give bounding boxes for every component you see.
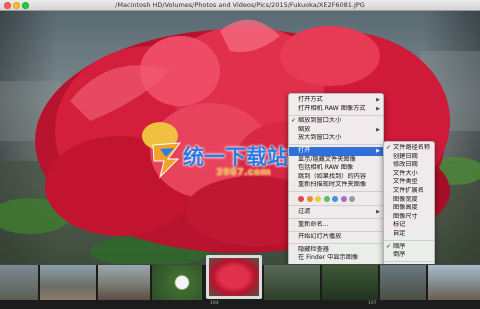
menu-separator: [384, 261, 434, 263]
filmstrip-thumbnail[interactable]: [264, 265, 320, 300]
sub_menu-item[interactable]: 图像宽度: [384, 196, 434, 205]
menu-separator: [289, 218, 383, 220]
menu-separator: [289, 230, 383, 232]
sub_menu-item[interactable]: 修改日期: [384, 161, 434, 170]
sub_menu-item-label: 顺序: [393, 242, 406, 250]
main_menu-item-label: 隐藏检查器: [298, 245, 329, 253]
main_menu-item-label: 显示/隐藏文件夹图像: [298, 155, 356, 163]
filmstrip: 194 197: [0, 255, 480, 309]
sub_menu-item-label: 修改日期: [393, 161, 418, 169]
main_menu-item[interactable]: 包括相机 RAW 图像: [289, 164, 383, 173]
main_menu-item[interactable]: 打开相机 RAW 图像方式 ▶: [289, 105, 383, 114]
filmstrip-thumbnail[interactable]: [428, 265, 480, 300]
submenu-arrow-icon: ▶: [376, 97, 380, 103]
main_menu-item[interactable]: 放大到窗口大小: [289, 134, 383, 143]
submenu-arrow-icon: ▶: [376, 208, 380, 215]
sub_menu-item-label: 倒序: [393, 251, 406, 259]
submenu-arrow-icon: ▶: [376, 126, 380, 133]
sub_menu-item[interactable]: 标记: [384, 221, 434, 230]
menu-separator: [384, 240, 434, 242]
main_menu-item-label: 打开方式: [298, 96, 323, 103]
sub_menu-item[interactable]: ✓ 文件路径名称: [384, 144, 434, 153]
sub_menu-item[interactable]: 文件类型: [384, 178, 434, 187]
menu-separator: [289, 114, 383, 116]
sort-submenu: ✓ 文件路径名称 创建日期 修改日期 文件大小 文件类型 文件扩展名 图像宽度 图像高度 图像尺寸…: [383, 141, 435, 276]
main_menu-item[interactable]: 跳到（如果找到）的内容: [289, 173, 383, 182]
window-titlebar: /Macintosh HD/Volumes/Photos and Videos/…: [0, 0, 480, 11]
menu-separator: [289, 191, 383, 193]
menu-separator: [289, 205, 383, 207]
sub_menu-item[interactable]: 自定: [384, 230, 434, 239]
color-tag-button[interactable]: [306, 195, 313, 202]
color-tag-button[interactable]: [332, 195, 338, 202]
main_menu-item-label: 过滤: [298, 207, 311, 215]
submenu-arrow-icon: ▶: [376, 147, 380, 154]
filmstrip-thumbnail[interactable]: [40, 265, 96, 300]
main_menu-item-label: 放大到窗口大小: [298, 134, 342, 142]
color-tag-button[interactable]: [298, 195, 304, 202]
color-tag-button[interactable]: [349, 195, 355, 202]
main_menu-item-label: 跳到（如果找到）的内容: [298, 172, 367, 180]
main_menu-item[interactable]: 打开方式 ▶: [289, 96, 383, 105]
main_menu-item[interactable]: 重新扫描现时文件夹图像: [289, 181, 383, 190]
main_menu-item-label: 在 Finder 中显示图像: [298, 254, 359, 262]
sub_menu-item[interactable]: 文件扩展名: [384, 187, 434, 196]
main_menu-item[interactable]: 显示/隐藏文件夹图像: [289, 156, 383, 165]
main_menu-item[interactable]: 隐藏检查器: [289, 246, 383, 255]
sub_menu-item[interactable]: 图像尺寸: [384, 213, 434, 222]
sub_menu-item-label: 创建日期: [393, 152, 418, 160]
sub_menu-item-label: 图像高度: [393, 204, 418, 212]
sub_menu-item[interactable]: 创建日期: [384, 153, 434, 162]
main_menu-item[interactable]: 在 Finder 中显示图像: [289, 254, 383, 263]
main_menu-item[interactable]: 缩放 ▶: [289, 126, 383, 135]
main_menu-item[interactable]: 重新命名...: [289, 221, 383, 230]
sub_menu-item[interactable]: 文件大小: [384, 170, 434, 179]
sub_menu-item-label: 文件路径名称: [393, 144, 431, 151]
main_menu-item[interactable]: 打开 ▶: [289, 146, 383, 156]
checkmark-icon: ✓: [386, 242, 392, 250]
main_menu-item-label: 重新扫描现时文件夹图像: [298, 181, 367, 189]
sub_menu-item[interactable]: ✓ 顺序: [384, 243, 434, 252]
sub_menu-item[interactable]: 倒序: [384, 251, 434, 260]
filmstrip-thumbnail-selected[interactable]: [206, 255, 262, 299]
main_menu-item-label: 缩放到窗口大小: [298, 117, 342, 125]
sub_menu-item-label: 自定: [393, 229, 406, 237]
main_menu-item[interactable]: 开始幻灯片播放: [289, 233, 383, 242]
main_menu-item-label: 重新命名...: [298, 220, 329, 228]
filmstrip-thumbnail[interactable]: [0, 265, 38, 300]
color-tag-button[interactable]: [315, 195, 321, 202]
sub_menu-item-label: 文件大小: [393, 169, 418, 177]
color-tag-button[interactable]: [340, 195, 347, 202]
checkmark-icon: ✓: [386, 144, 392, 151]
sub_menu-item-label: 标记: [393, 221, 406, 229]
sub_menu-item-label: 文件扩展名: [393, 186, 424, 194]
sub_menu-item-label: 文件类型: [393, 178, 418, 186]
main_menu-item-label: 缩放: [298, 125, 311, 133]
color-tag-button[interactable]: [323, 195, 330, 202]
menu-separator: [289, 144, 383, 146]
filmstrip-thumbnail[interactable]: [98, 265, 150, 300]
thumbnail-number: 197: [368, 301, 377, 306]
menu-separator: [289, 243, 383, 245]
sub_menu-item[interactable]: 图像高度: [384, 204, 434, 213]
main_menu-item-label: 包括相机 RAW 图像: [298, 164, 354, 172]
main_menu-item[interactable]: ✓ 缩放到窗口大小: [289, 117, 383, 126]
sub_menu-item-label: 图像尺寸: [393, 212, 418, 220]
submenu-arrow-icon: ▶: [376, 105, 380, 112]
main_menu-item-label: 打开相机 RAW 图像方式: [298, 104, 366, 112]
filmstrip-thumbnail[interactable]: [152, 265, 202, 300]
thumbnail-number: 194: [210, 301, 219, 306]
filmstrip-thumbnail[interactable]: [322, 265, 378, 300]
sub_menu-item-label: 图像宽度: [393, 195, 418, 203]
window-title: /Macintosh HD/Volumes/Photos and Videos/…: [115, 1, 365, 9]
filmstrip-thumbnail[interactable]: [380, 265, 426, 300]
main_menu-item-label: 开始幻灯片播放: [298, 233, 342, 241]
main_menu-item-label: 打开: [298, 146, 311, 154]
checkmark-icon: ✓: [291, 117, 297, 125]
color-tag-row: [289, 194, 383, 204]
main_menu-item[interactable]: 过滤 ▶: [289, 208, 383, 217]
